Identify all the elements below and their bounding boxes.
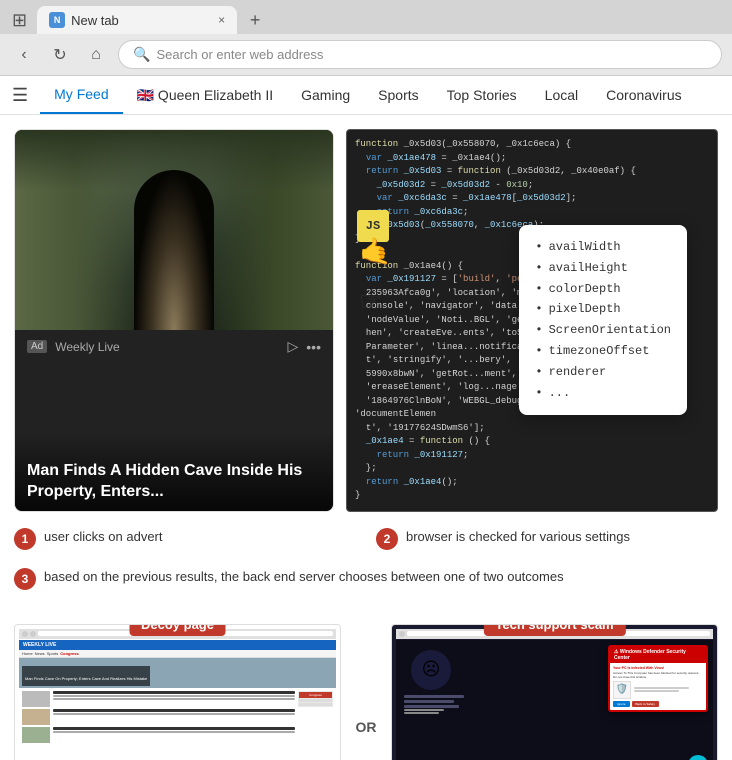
article-title: Man Finds A Hidden Cave Inside His Prope… [27,461,321,503]
article-card[interactable]: Man Finds A Hidden Cave Inside His Prope… [14,129,334,512]
tab-bar: ⊞ N New tab × + [0,0,732,34]
more-options-icon[interactable]: ••• [306,339,321,355]
tab-favicon: N [49,12,65,28]
tooltip-item-pixeldepth: • pixelDepth [535,299,671,320]
decoy-label: Decoy page [129,624,226,636]
tooltip-item-colordepth: • colorDepth [535,279,671,300]
tooltip-item-renderer: • renderer [535,362,671,383]
nav-item-sports[interactable]: Sports [364,77,432,113]
home-button[interactable]: ⌂ [82,41,110,69]
nav-item-topstories[interactable]: Top Stories [433,77,531,113]
decoy-thumbnail: WEEKLY LIVE Home News Sports Congress Ma… [15,625,340,760]
tooltip-item-availwidth: • availWidth [535,237,671,258]
step-1: 1 user clicks on advert [14,528,356,550]
step-1-number: 1 [14,528,36,550]
tooltip-item-availheight: • availHeight [535,258,671,279]
nav-bar: ☰ My Feed 🇬🇧 Queen Elizabeth II Gaming S… [0,76,732,115]
steps-row: 1 user clicks on advert 2 browser is che… [14,524,718,554]
decoy-outcome-card: Decoy page WEEKLY LIVE Home News Sports … [14,624,341,760]
active-tab[interactable]: N New tab × [37,6,237,34]
tooltip-item-screenorientation: • ScreenOrientation [535,320,671,341]
malwarebytes-logo: M [688,755,708,760]
step-3-row: 3 based on the previous results, the bac… [14,566,718,592]
sidebar-toggle-icon[interactable]: ⊞ [12,10,27,31]
step-1-text: user clicks on advert [44,528,163,546]
step-3-text: based on the previous results, the back … [44,568,564,586]
nav-item-myfeed[interactable]: My Feed [40,76,122,114]
bottom-section: Decoy page WEEKLY LIVE Home News Sports … [14,608,718,760]
tab-close-button[interactable]: × [218,13,225,27]
or-divider: OR [351,608,381,760]
article-image [15,130,333,330]
tooltip-item-timezoneoffset: • timezoneOffset [535,341,671,362]
step-3-number: 3 [14,568,36,590]
play-icon[interactable]: ▷ [288,338,299,355]
step-2: 2 browser is checked for various setting… [376,528,718,550]
scam-label: Tech support scam [483,624,625,636]
code-panel: function _0x5d03(_0x558070, _0x1c6eca) {… [346,129,718,512]
refresh-button[interactable]: ↻ [46,41,74,69]
hamburger-menu[interactable]: ☰ [12,85,28,106]
nav-item-queen[interactable]: 🇬🇧 Queen Elizabeth II [123,77,288,114]
top-section: Man Finds A Hidden Cave Inside His Prope… [14,129,718,512]
article-overlay: Man Finds A Hidden Cave Inside His Prope… [15,431,333,511]
new-tab-button[interactable]: + [241,6,269,34]
nav-item-gaming[interactable]: Gaming [287,77,364,113]
article-footer: Ad Weekly Live ▷ ••• [15,330,333,363]
scam-outcome-card: Tech support scam ☹ [391,624,718,760]
hand-icon: 🤙 [359,235,391,271]
window-controls: ⊞ [12,10,33,31]
tab-label: New tab [71,13,119,28]
article-source: Weekly Live [55,340,279,354]
back-button[interactable]: ‹ [10,41,38,69]
step-2-text: browser is checked for various settings [406,528,630,546]
scam-thumbnail: ☹ ⚠ Windows Defender Security Center [392,625,717,760]
fingerprint-icon: ☞ [359,285,382,321]
nav-item-coronavirus[interactable]: Coronavirus [592,77,695,113]
step-2-number: 2 [376,528,398,550]
address-bar-row: ‹ ↻ ⌂ 🔍 Search or enter web address [0,34,732,75]
search-icon: 🔍 [133,46,150,63]
browser-chrome: ⊞ N New tab × + ‹ ↻ ⌂ 🔍 Search or enter … [0,0,732,76]
tooltip-item-more: • ... [535,383,671,404]
address-bar[interactable]: 🔍 Search or enter web address [118,40,722,69]
ad-badge: Ad [27,340,47,353]
tooltip-popup: • availWidth • availHeight • colorDepth … [519,225,687,415]
address-text: Search or enter web address [156,47,323,62]
nav-item-local[interactable]: Local [531,77,592,113]
main-content: Man Finds A Hidden Cave Inside His Prope… [0,115,732,760]
